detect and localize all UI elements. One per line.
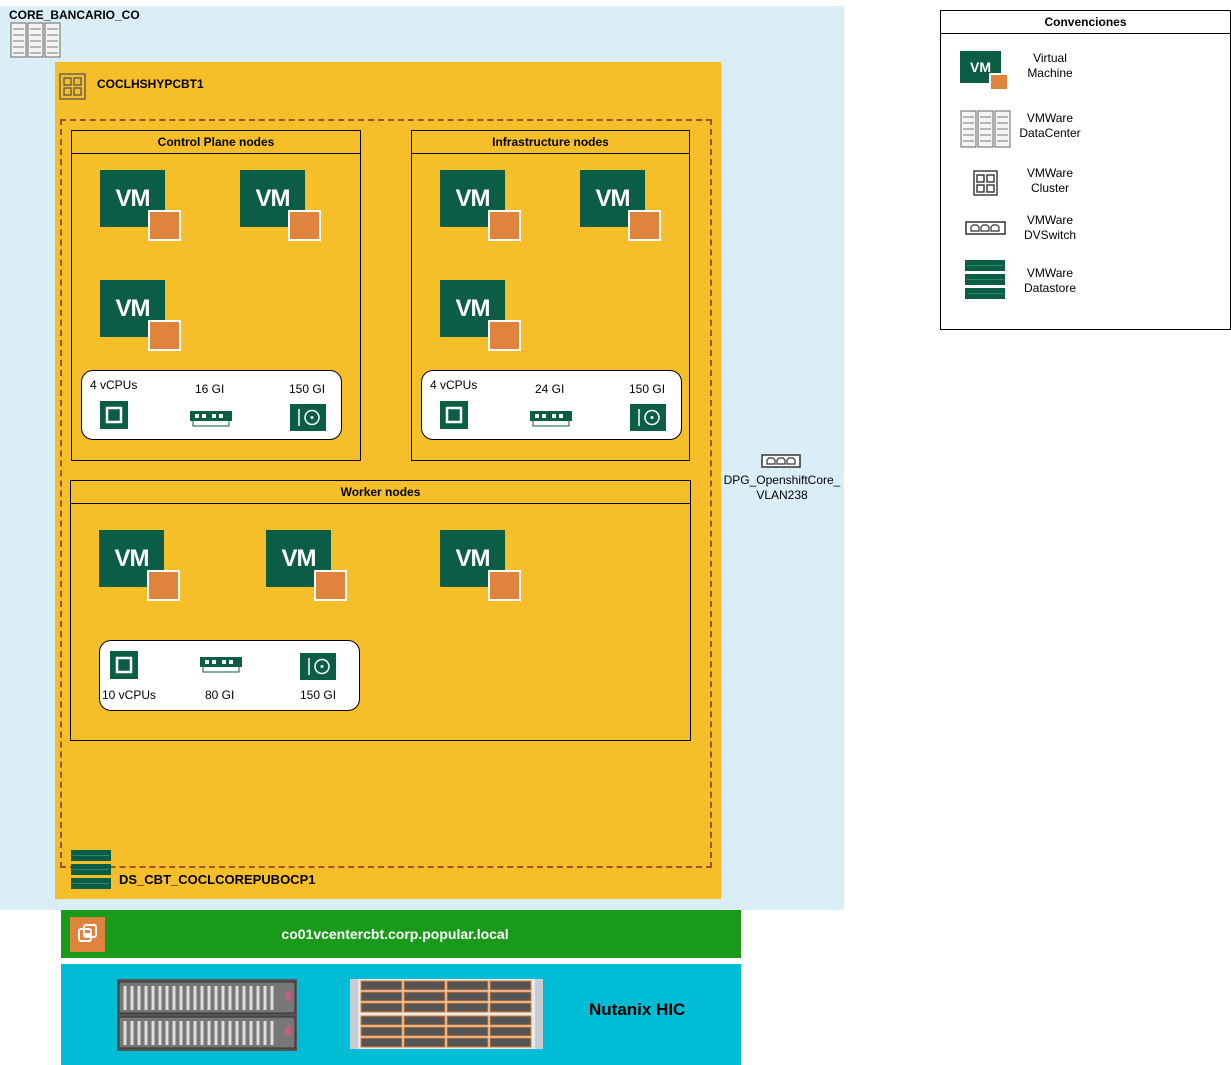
- linux-icon: [147, 570, 180, 601]
- disk-icon: [300, 653, 336, 680]
- control-plane-vm-2[interactable]: VM: [240, 170, 322, 241]
- linux-icon: [488, 210, 521, 241]
- worker-specs: 10 vCPUs 80 GI 150 GI: [99, 640, 360, 711]
- legend-label-dvswitch: VMWare DVSwitch: [1023, 213, 1076, 242]
- vcenter-icon: [70, 917, 105, 952]
- cpu-icon: [100, 401, 128, 429]
- cpu-icon: [440, 401, 468, 429]
- memory-icon: [190, 411, 232, 427]
- memory-value: 16 GI: [195, 382, 225, 396]
- disk-icon: [630, 404, 666, 431]
- cluster-icon: [59, 73, 86, 100]
- memory-icon: [530, 411, 572, 427]
- cpu-value: 10 vCPUs: [102, 688, 157, 702]
- disk-value: 150 GI: [300, 688, 337, 702]
- hardware-label: Nutanix HIC: [589, 1000, 686, 1019]
- port-group-label: DPG_OpenshiftCore_ VLAN238: [723, 473, 841, 502]
- memory-value: 80 GI: [205, 688, 235, 702]
- datacenter-label: CORE_BANCARIO_CO: [9, 8, 140, 22]
- infrastructure-vm-2[interactable]: VM: [580, 170, 662, 241]
- memory-icon: [200, 657, 242, 673]
- worker-vm-3[interactable]: VM: [440, 530, 522, 601]
- infrastructure-specs: 4 vCPUs 24 GI 150 GI: [421, 370, 682, 440]
- linux-icon: [628, 210, 661, 241]
- control-plane-vm-1[interactable]: VM: [100, 170, 182, 241]
- worker-title: Worker nodes: [71, 481, 690, 504]
- linux-icon: [288, 210, 321, 241]
- legend-label-vm: Virtual Machine: [1027, 51, 1073, 80]
- worker-vm-2[interactable]: VM: [266, 530, 348, 601]
- linux-icon: [314, 570, 347, 601]
- legend-label-datastore: VMWare Datastore: [1023, 266, 1077, 295]
- dvswitch-icon: [761, 454, 801, 468]
- control-plane-specs: 4 vCPUs 16 GI 150 GI: [81, 370, 342, 440]
- cluster-icon: [973, 170, 998, 196]
- datastore-label: DS_CBT_COCLCOREPUBOCP1: [119, 872, 316, 887]
- cpu-icon: [110, 651, 138, 679]
- linux-icon: [148, 320, 181, 351]
- cluster-label: COCLHSHYPCBT1: [97, 77, 204, 91]
- dvswitch-icon: [965, 221, 1006, 235]
- legend-label-datacenter: VMWare DataCenter: [1019, 111, 1081, 140]
- disk-icon: [290, 404, 326, 431]
- vcenter-label: co01vcentercbt.corp.popular.local: [281, 926, 509, 942]
- datacenter-icon: [10, 22, 61, 58]
- nutanix-node-icon: [350, 979, 543, 1049]
- server-chassis-icon: [117, 979, 297, 1051]
- cpu-value: 4 vCPUs: [90, 378, 138, 392]
- linux-icon: [488, 570, 521, 601]
- infrastructure-vm-1[interactable]: VM: [440, 170, 522, 241]
- control-plane-title: Control Plane nodes: [72, 131, 360, 154]
- memory-value: 24 GI: [535, 382, 565, 396]
- infrastructure-title: Infrastructure nodes: [412, 131, 689, 154]
- datacenter-icon: [960, 110, 1011, 148]
- legend-label-cluster: VMWare Cluster: [1026, 166, 1074, 195]
- linux-icon: [488, 320, 521, 351]
- infrastructure-vm-3[interactable]: VM: [440, 280, 522, 351]
- linux-icon: [148, 210, 181, 241]
- worker-vm-1[interactable]: VM: [99, 530, 181, 601]
- datastore-icon: [71, 850, 111, 889]
- disk-value: 150 GI: [289, 382, 326, 396]
- control-plane-vm-3[interactable]: VM: [100, 280, 182, 351]
- cpu-value: 4 vCPUs: [430, 378, 478, 392]
- disk-value: 150 GI: [629, 382, 666, 396]
- datastore-icon: [965, 260, 1005, 299]
- legend-title: Convenciones: [941, 11, 1230, 34]
- vm-icon: VM: [960, 51, 1010, 91]
